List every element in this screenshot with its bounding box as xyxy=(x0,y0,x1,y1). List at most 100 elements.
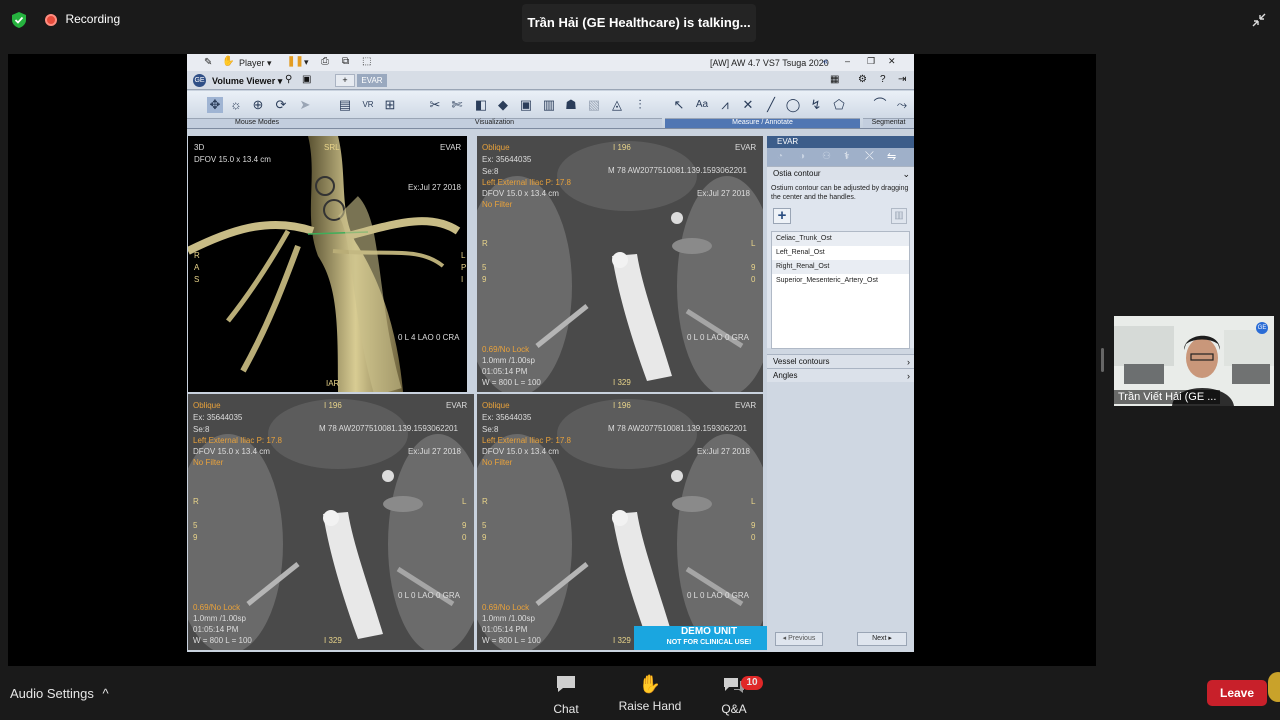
viewport-oblique-bottom-right[interactable]: Oblique Ex: 35644035 Se:8 Left External … xyxy=(477,394,763,650)
collapse-icon[interactable]: « xyxy=(823,56,828,66)
line-tool-icon[interactable]: ╱ xyxy=(763,97,779,113)
delete-ostium-icon[interactable]: ▥ xyxy=(891,208,907,224)
player-menu[interactable]: Player ▾ xyxy=(239,58,272,69)
brightness-tool-icon[interactable]: ☼ xyxy=(228,97,244,113)
cube-tool-icon[interactable]: ◧ xyxy=(473,97,489,113)
fit-icon[interactable]: ⬚ xyxy=(362,56,371,67)
step-6-icon[interactable]: ⇋ xyxy=(887,150,896,163)
ostia-contour-section[interactable]: Ostia contour ⌄ xyxy=(767,166,914,180)
add-tab-button[interactable]: + xyxy=(335,74,355,87)
ostia-list-item[interactable]: Right_Renal_Ost xyxy=(772,260,909,274)
previous-button[interactable]: ◂ Previous xyxy=(775,632,823,646)
viewport-oblique-bottom-left[interactable]: Oblique Ex: 35644035 Se:8 Left External … xyxy=(188,394,474,650)
cursor-tool-icon[interactable]: ➤ xyxy=(297,97,313,113)
viewport-tool-icon[interactable]: ▤ xyxy=(337,97,353,113)
leave-button[interactable]: Leave xyxy=(1207,680,1267,706)
raise-hand-button[interactable]: ✋ Raise Hand xyxy=(615,674,685,713)
pan-tool-icon[interactable]: ✥ xyxy=(207,97,223,113)
step-4-icon[interactable]: ⚕ xyxy=(844,151,849,162)
poly-tool-icon[interactable]: ⬠ xyxy=(831,97,847,113)
curve-tool-icon[interactable]: ↯ xyxy=(808,97,824,113)
diamond-tool-icon[interactable]: ◆ xyxy=(495,97,511,113)
help-icon[interactable]: ? xyxy=(880,74,886,85)
audio-settings-button[interactable]: Audio Settings ^ xyxy=(10,686,109,701)
angle-tool-icon[interactable]: ⩘ xyxy=(717,97,733,113)
segment-label: Segmentat xyxy=(863,118,914,128)
obl3-orient-right-1: L xyxy=(751,497,756,506)
obl1-orient-right-3: 0 xyxy=(751,275,756,284)
person-icon[interactable]: ⚲ xyxy=(285,74,292,85)
step-3-icon[interactable]: ⚇ xyxy=(822,151,831,162)
segment-tool-icon[interactable]: ⌒ xyxy=(872,97,888,113)
obl3-orient-left-1: R xyxy=(482,497,488,506)
zoom-tool-icon[interactable]: ⊕ xyxy=(250,97,266,113)
viewport-oblique-top-right[interactable]: Oblique Ex: 35644035 Se:8 Left External … xyxy=(477,136,763,392)
chevron-right-icon: › xyxy=(907,357,910,367)
obl3-location: Left External Iliac P: 17.8 xyxy=(482,436,571,445)
exit-fullscreen-icon[interactable] xyxy=(1252,13,1266,27)
volume-viewer-menu[interactable]: Volume Viewer ▾ xyxy=(212,76,282,87)
scissor-tool-icon[interactable]: ✄ xyxy=(449,97,465,113)
film-tool-icon[interactable]: ▥ xyxy=(541,97,557,113)
obl1-exam: Ex: 35644035 xyxy=(482,155,532,164)
cut-tool-icon[interactable]: ✂ xyxy=(427,97,443,113)
cross-tool-icon[interactable]: ✕ xyxy=(740,97,756,113)
chat-icon xyxy=(557,676,575,692)
roi-tool-icon[interactable]: ◯ xyxy=(785,97,801,113)
ostia-list-item[interactable]: Celiac_Trunk_Ost xyxy=(772,232,909,246)
print-icon[interactable]: ⎙ xyxy=(321,56,329,67)
shape-tool-icon[interactable]: ◬ xyxy=(609,97,625,113)
settings-icon[interactable]: ⚙ xyxy=(858,74,867,85)
layout-tool-icon[interactable]: ⊞ xyxy=(382,97,398,113)
obl3-dfov: DFOV 15.0 x 13.4 cm xyxy=(482,447,559,456)
segment-tool2-icon[interactable]: ⤳ xyxy=(894,97,910,113)
box-tool-icon[interactable]: ▣ xyxy=(518,97,534,113)
recording-indicator[interactable]: Recording xyxy=(45,12,120,31)
ostia-list-item[interactable]: Left_Renal_Ost xyxy=(772,246,909,260)
hand-icon[interactable]: ✋ xyxy=(222,56,234,67)
layout-icon[interactable]: ▦ xyxy=(830,74,839,85)
disabled-tool-icon: ▧ xyxy=(587,97,601,112)
ostia-list-item[interactable]: Superior_Mesenteric_Artery_Ost xyxy=(772,274,909,288)
obl2-lock: 0.69/No Lock xyxy=(193,603,241,612)
pause-icon[interactable]: ❚❚ xyxy=(287,56,304,67)
vessel-contours-section[interactable]: Vessel contours › xyxy=(767,354,914,368)
vr-tool-icon[interactable]: VR xyxy=(360,97,376,113)
step-5-icon[interactable]: ⤬ xyxy=(865,150,874,163)
copy-icon[interactable]: ⧉ xyxy=(342,56,349,67)
chat-button[interactable]: Chat xyxy=(545,674,587,716)
record-dot-icon xyxy=(45,14,57,26)
next-button[interactable]: Next ▸ xyxy=(857,632,907,646)
obl1-series: Se:8 xyxy=(482,167,499,176)
rotate-tool-icon[interactable]: ⟳ xyxy=(273,97,289,113)
pin-icon[interactable]: ✎ xyxy=(204,57,212,68)
add-ostium-button[interactable]: + xyxy=(773,208,791,224)
text-tool-icon[interactable]: Aa xyxy=(694,97,710,113)
minimize-icon[interactable]: – xyxy=(845,56,850,66)
step-2-icon[interactable]: ◑ xyxy=(799,151,805,162)
qa-button[interactable]: Q&A 10 xyxy=(712,674,763,716)
angles-section[interactable]: Angles › xyxy=(767,368,914,382)
ruler-tool-icon[interactable]: ⫶ xyxy=(632,97,648,113)
panel-splitter-handle[interactable] xyxy=(1101,348,1104,372)
demo-unit-banner: DEMO UNIT NOT FOR CLINICAL USE! xyxy=(634,626,784,650)
close-icon[interactable]: ✕ xyxy=(888,56,896,67)
obl2-mrn: M 78 AW2077510081.139.1593062201 xyxy=(319,424,458,433)
arrow-tool-icon[interactable]: ↖ xyxy=(671,97,687,113)
ge-badge-icon: GE xyxy=(1256,322,1268,334)
restore-icon[interactable]: ❐ xyxy=(867,56,875,67)
exit-icon[interactable]: ⇥ xyxy=(898,74,906,85)
obl2-window: W = 800 L = 100 xyxy=(193,636,252,645)
step-1-icon[interactable]: ◔ xyxy=(777,151,783,162)
participant-video-tile[interactable]: GE Trần Viết Hải (GE ... xyxy=(1114,316,1274,406)
obl2-orient-right-2: 9 xyxy=(462,521,467,530)
obl3-mode: Oblique xyxy=(482,401,510,410)
image-icon[interactable]: ▣ xyxy=(302,74,311,85)
angles-label: Angles xyxy=(773,371,798,380)
dropdown-icon[interactable]: ▾ xyxy=(304,57,309,68)
security-shield-icon[interactable] xyxy=(12,12,26,28)
skull-tool-icon[interactable]: ☗ xyxy=(563,97,579,113)
tab-evar[interactable]: EVAR xyxy=(357,74,387,87)
viewport-3d[interactable]: 3D DFOV 15.0 x 13.4 cm EVAR SRL Ex:Jul 2… xyxy=(188,136,467,392)
workflow-steps-bar: ◔ ◑ ⚇ ⚕ ⤬ ⇋ xyxy=(767,148,914,166)
